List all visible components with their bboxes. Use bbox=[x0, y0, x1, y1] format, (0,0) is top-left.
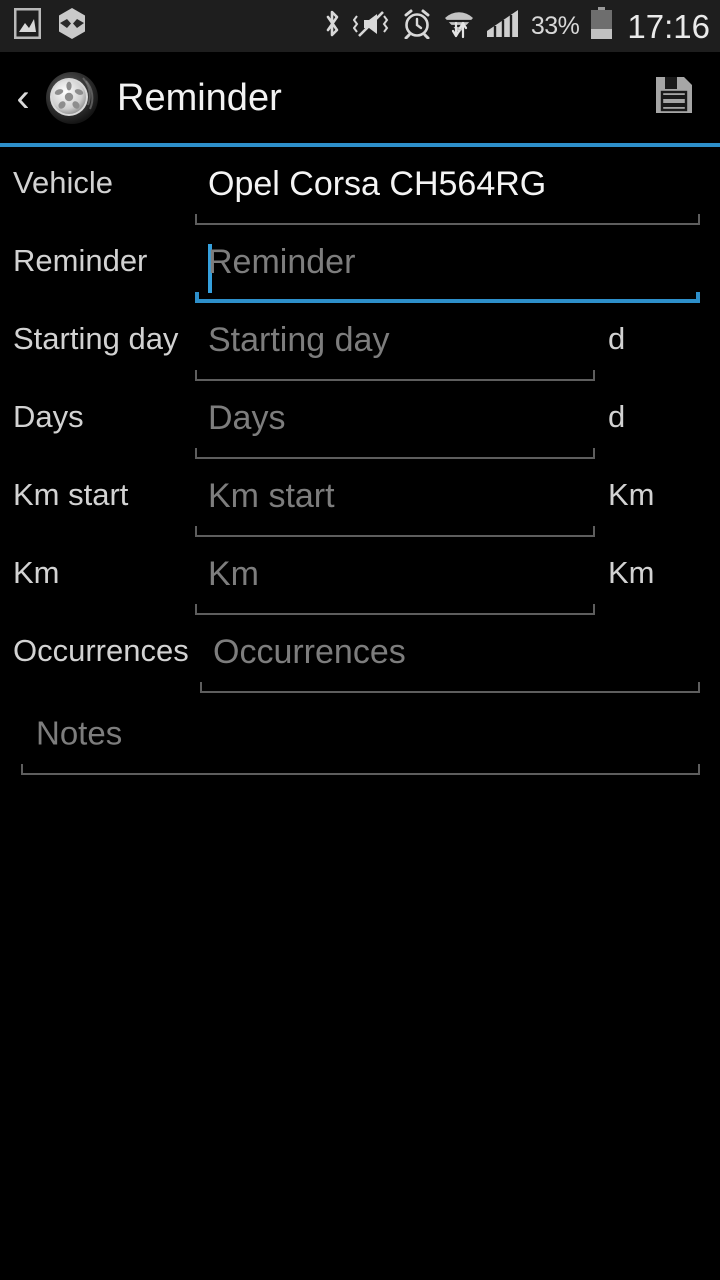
form-row-vehicle: Vehicle Opel Corsa CH564RG bbox=[0, 147, 720, 225]
status-bar-clock: 17:16 bbox=[627, 7, 710, 45]
status-bar-right-icons: 33% 17:16 bbox=[322, 7, 710, 45]
sound-mute-vibrate-icon bbox=[352, 9, 391, 44]
km-placeholder: Km bbox=[208, 554, 259, 593]
form-row-occurrences: Occurrences Occurrences bbox=[0, 615, 720, 693]
km-start-input[interactable]: Km start bbox=[195, 465, 595, 537]
form-row-days: Days Days d bbox=[0, 381, 720, 459]
vehicle-underline bbox=[195, 214, 700, 225]
reminder-form: Vehicle Opel Corsa CH564RG Reminder Remi… bbox=[0, 147, 720, 775]
label-days: Days bbox=[13, 399, 84, 435]
wifi-data-transfer-icon bbox=[443, 9, 475, 44]
floppy-save-icon bbox=[653, 74, 695, 121]
action-bar: ‹ Reminder bbox=[0, 52, 720, 143]
occurrences-underline bbox=[200, 682, 700, 693]
label-vehicle: Vehicle bbox=[13, 165, 113, 201]
page-title: Reminder bbox=[117, 76, 282, 119]
notes-placeholder: Notes bbox=[36, 714, 123, 752]
form-row-km: Km Km Km bbox=[0, 537, 720, 615]
reminder-placeholder: Reminder bbox=[208, 242, 356, 281]
vehicle-value: Opel Corsa CH564RG bbox=[208, 164, 547, 203]
unit-km-start: Km bbox=[608, 477, 698, 513]
reminder-input[interactable]: Reminder bbox=[195, 231, 700, 303]
status-bar: 33% 17:16 bbox=[0, 0, 720, 52]
notes-underline bbox=[21, 764, 700, 775]
form-row-notes: Notes bbox=[0, 693, 720, 775]
tire-wheel-icon bbox=[42, 69, 100, 127]
days-placeholder: Days bbox=[208, 398, 286, 437]
unit-days: d bbox=[608, 399, 698, 435]
label-occurrences: Occurrences bbox=[13, 633, 189, 669]
form-row-reminder: Reminder Reminder bbox=[0, 225, 720, 303]
starting-day-underline bbox=[195, 370, 595, 381]
form-row-km-start: Km start Km start Km bbox=[0, 459, 720, 537]
screenshot-icon bbox=[13, 7, 42, 44]
label-reminder: Reminder bbox=[13, 243, 148, 279]
km-start-underline bbox=[195, 526, 595, 537]
label-starting-day: Starting day bbox=[13, 321, 179, 357]
unit-km-start-text: Km bbox=[608, 477, 655, 513]
status-bar-left-icons bbox=[13, 7, 87, 45]
form-row-starting-day: Starting day Starting day d bbox=[0, 303, 720, 381]
battery-percent-label: 33% bbox=[530, 11, 580, 40]
km-underline bbox=[195, 604, 595, 615]
unit-days-text: d bbox=[608, 399, 626, 435]
hexagon-app-icon bbox=[57, 7, 87, 45]
unit-km: Km bbox=[608, 555, 698, 591]
reminder-underline bbox=[195, 292, 700, 303]
label-km: Km bbox=[13, 555, 60, 591]
bluetooth-icon bbox=[322, 8, 342, 45]
occurrences-placeholder: Occurrences bbox=[213, 632, 406, 671]
km-input[interactable]: Km bbox=[195, 543, 595, 615]
label-km-start: Km start bbox=[13, 477, 129, 513]
starting-day-placeholder: Starting day bbox=[208, 320, 390, 359]
km-start-placeholder: Km start bbox=[208, 476, 335, 515]
save-button[interactable] bbox=[650, 74, 698, 122]
vehicle-field[interactable]: Opel Corsa CH564RG bbox=[195, 153, 700, 225]
alarm-clock-icon bbox=[402, 8, 432, 44]
cell-signal-icon bbox=[486, 9, 520, 44]
unit-km-text: Km bbox=[608, 555, 655, 591]
unit-starting-day: d bbox=[608, 321, 698, 357]
starting-day-input[interactable]: Starting day bbox=[195, 309, 595, 381]
battery-icon bbox=[590, 7, 613, 45]
days-underline bbox=[195, 448, 595, 459]
occurrences-input[interactable]: Occurrences bbox=[200, 621, 700, 693]
days-input[interactable]: Days bbox=[195, 387, 595, 459]
unit-starting-day-text: d bbox=[608, 321, 626, 357]
back-chevron-icon[interactable]: ‹ bbox=[8, 78, 38, 118]
notes-input[interactable]: Notes bbox=[21, 701, 700, 775]
